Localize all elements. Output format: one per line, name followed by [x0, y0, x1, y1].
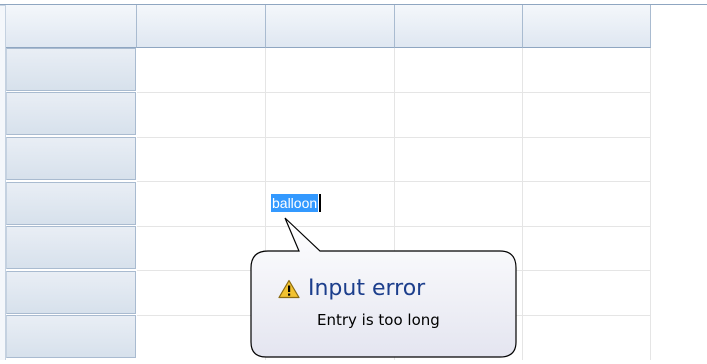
grid-line [137, 226, 651, 227]
warning-icon [278, 279, 300, 299]
grid-line [137, 92, 651, 93]
column-header[interactable] [266, 5, 395, 48]
grid-line [650, 48, 651, 360]
cell-editor-input[interactable]: balloon [271, 194, 322, 212]
grid-line [522, 48, 523, 360]
row-header[interactable] [6, 271, 136, 314]
tooltip-message: Entry is too long [317, 311, 440, 329]
grid-line [137, 137, 651, 138]
row-header[interactable] [6, 92, 136, 135]
column-header-corner[interactable] [6, 5, 137, 48]
tooltip-title: Input error [308, 276, 426, 301]
column-header[interactable] [395, 5, 523, 48]
row-header[interactable] [6, 182, 136, 225]
editing-cell[interactable]: balloon [266, 182, 394, 226]
grid-line [137, 181, 651, 182]
row-header[interactable] [6, 315, 136, 358]
column-header[interactable] [523, 5, 651, 48]
grid-line [137, 270, 651, 271]
row-header[interactable] [6, 48, 136, 91]
row-header[interactable] [6, 226, 136, 269]
column-header[interactable] [137, 5, 266, 48]
text-caret [319, 194, 322, 212]
row-header[interactable] [6, 137, 136, 180]
cell-selected-text: balloon [272, 195, 318, 211]
data-grid: balloon [0, 0, 707, 360]
